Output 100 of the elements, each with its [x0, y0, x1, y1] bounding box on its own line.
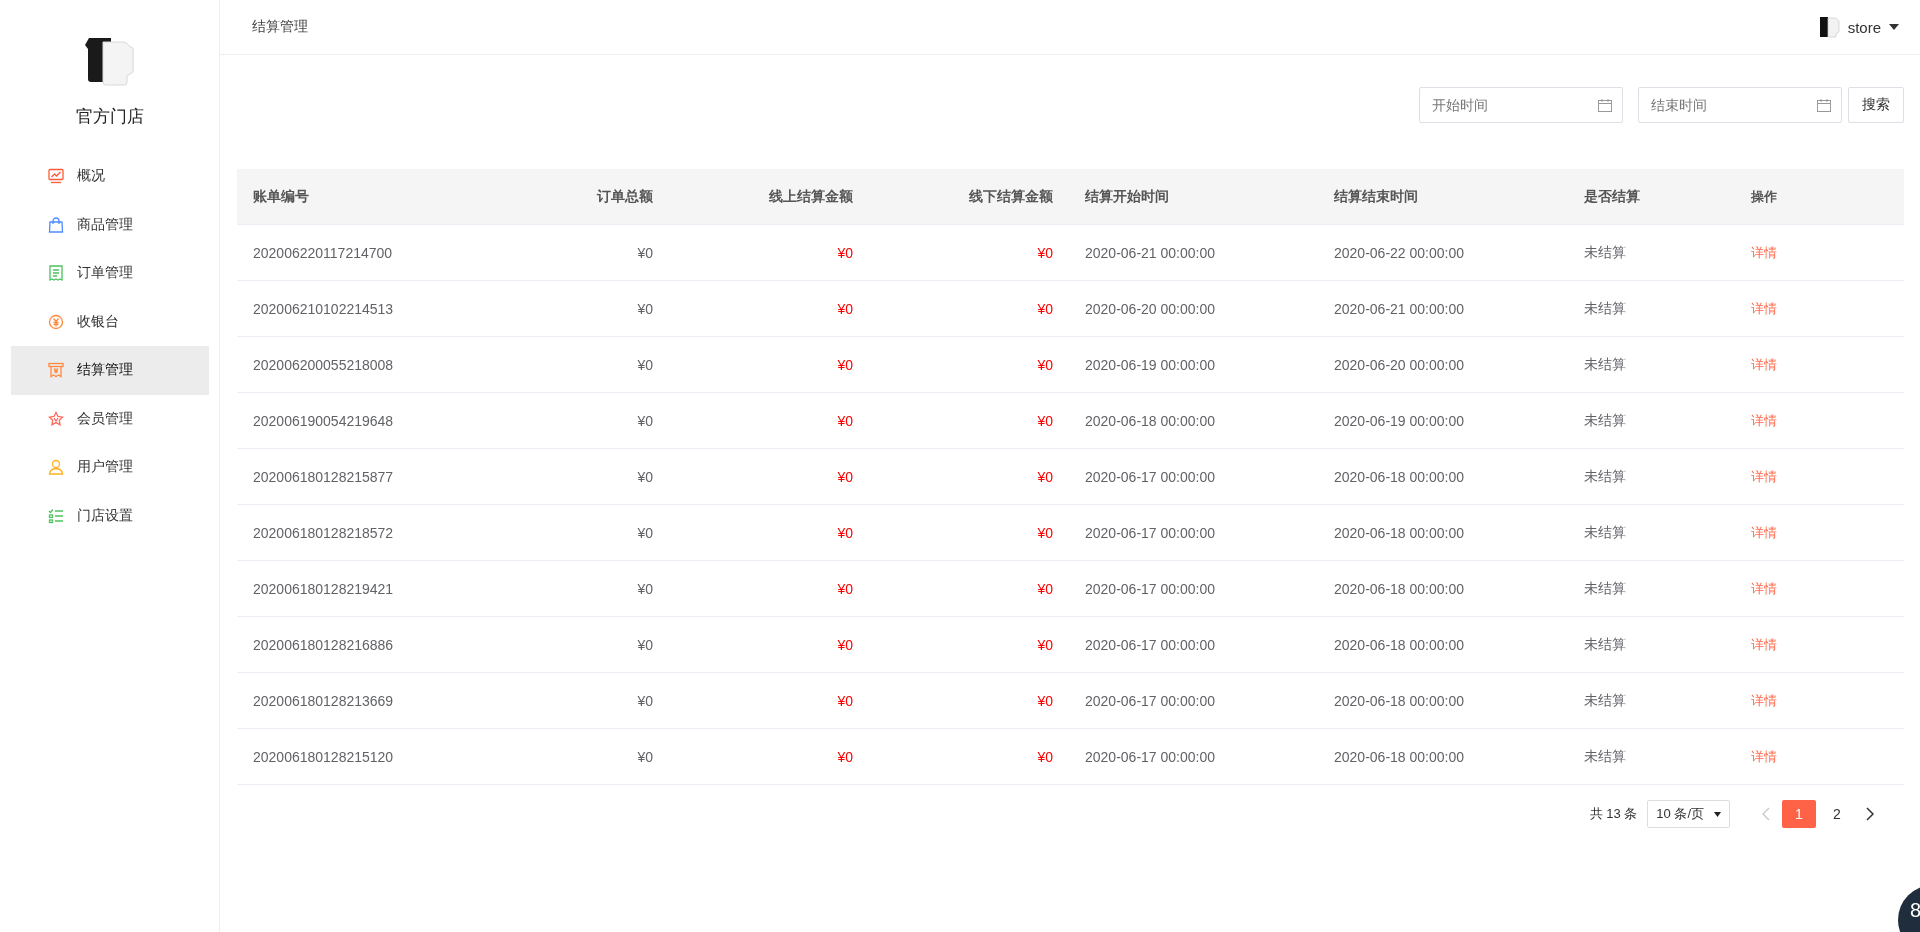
column-header: 结算结束时间	[1333, 187, 1419, 206]
table-cell-text: 2020-06-18 00:00:00	[1333, 636, 1465, 653]
table-cell-text: ¥0	[636, 468, 654, 485]
yen-coin-icon	[47, 313, 64, 330]
table-cell-text: ¥0	[636, 580, 654, 597]
table-cell-text: ¥0	[836, 524, 854, 541]
table-cell-text: 202006180128213669	[252, 692, 395, 709]
next-page-icon[interactable]	[1866, 807, 1874, 821]
table-cell-text: 2020-06-22 00:00:00	[1333, 244, 1465, 261]
table-cell-text: ¥0	[836, 412, 854, 429]
user-menu[interactable]: store	[1817, 15, 1899, 39]
checklist-icon	[47, 507, 64, 524]
table-cell-text: 未结算	[1583, 243, 1627, 262]
table-cell-text: ¥0	[636, 356, 654, 373]
table-cell-text: 2020-06-18 00:00:00	[1084, 412, 1216, 429]
table-cell-text: ¥0	[636, 244, 654, 261]
menu-item[interactable]: 会员管理	[10, 394, 209, 443]
table-cell-text: ¥0	[836, 636, 854, 653]
menu-item[interactable]: 收银台	[10, 297, 209, 346]
table-cell-text: 2020-06-17 00:00:00	[1084, 692, 1216, 709]
column-header: 订单总额	[595, 187, 654, 206]
table-cell-text: 202006200055218008	[252, 356, 395, 373]
column-header: 结算开始时间	[1084, 187, 1170, 206]
table-cell-text: ¥0	[836, 692, 854, 709]
table-cell-text: 2020-06-20 00:00:00	[1333, 356, 1465, 373]
column-header: 是否结算	[1583, 187, 1641, 206]
table-cell-text: ¥0	[636, 412, 654, 429]
table-cell-text: 202006180128215120	[252, 748, 395, 765]
menu-item[interactable]: 用户管理	[10, 443, 209, 492]
shopping-bag-icon	[47, 216, 64, 233]
table-cell-text: 202006180128216886	[252, 636, 395, 653]
caret-down-icon	[1714, 811, 1721, 817]
table-cell-text: ¥0	[836, 748, 854, 765]
table-cell-text: 未结算	[1583, 299, 1627, 318]
table-cell-text: 202006180128218572	[252, 524, 395, 541]
kettle-logo-drawing	[82, 36, 137, 88]
table-cell-text: ¥0	[1036, 748, 1054, 765]
table-cell-text: 2020-06-18 00:00:00	[1333, 524, 1465, 541]
table-cell-text: ¥0	[836, 244, 854, 261]
table-cell-text: ¥0	[836, 468, 854, 485]
kettle-avatar-icon	[1817, 15, 1840, 39]
table-cell-text: ¥0	[636, 524, 654, 541]
calendar-icon	[1598, 99, 1612, 112]
column-header: 线上结算金额	[768, 187, 854, 206]
table-cell-text: 2020-06-18 00:00:00	[1333, 468, 1465, 485]
menu-item[interactable]: 门店设置	[10, 491, 209, 540]
page-size-select[interactable]: 10 条/页	[1647, 800, 1730, 828]
star-badge-icon	[47, 410, 64, 427]
end-date-field[interactable]: 结束时间	[1638, 87, 1842, 123]
table-cell-text: 2020-06-19 00:00:00	[1333, 412, 1465, 429]
table-cell-text: 未结算	[1583, 355, 1627, 374]
search-button[interactable]: 搜索	[1848, 87, 1904, 123]
table-cell-text: 未结算	[1583, 411, 1627, 430]
table-cell-text: ¥0	[1036, 580, 1054, 597]
start-date-field[interactable]: 开始时间	[1419, 87, 1623, 123]
table-cell-text: 2020-06-17 00:00:00	[1084, 468, 1216, 485]
table-cell-text: ¥0	[636, 692, 654, 709]
table-cell-text: ¥0	[1036, 244, 1054, 261]
table-cell-text: 未结算	[1583, 467, 1627, 486]
table-cell-text: 2020-06-17 00:00:00	[1084, 580, 1216, 597]
table-cell-text: ¥0	[1036, 468, 1054, 485]
menu-item[interactable]: 概况	[10, 152, 209, 201]
page-title: 结算管理	[252, 18, 308, 36]
yen-receipt-icon	[47, 362, 64, 379]
page-button[interactable]: 2	[1820, 800, 1854, 828]
menu-item[interactable]: 商品管理	[10, 200, 209, 249]
table-cell-text: 未结算	[1583, 747, 1627, 766]
table-cell-text: ¥0	[1036, 692, 1054, 709]
table-cell-text: 2020-06-21 00:00:00	[1084, 244, 1216, 261]
table-cell-text: 2020-06-18 00:00:00	[1333, 692, 1465, 709]
table-cell-text: 2020-06-20 00:00:00	[1084, 300, 1216, 317]
chart-monitor-icon	[47, 168, 64, 185]
table-cell-text: 2020-06-18 00:00:00	[1333, 580, 1465, 597]
table-cell-text: 202006180128215877	[252, 468, 395, 485]
table-cell-text: ¥0	[836, 580, 854, 597]
table-cell-text: ¥0	[1036, 636, 1054, 653]
table-cell-text: 未结算	[1583, 691, 1627, 710]
table-cell-text: ¥0	[636, 300, 654, 317]
table-cell-text: 202006210102214513	[252, 300, 395, 317]
menu-item[interactable]: 结算管理	[10, 346, 209, 395]
caret-down-icon	[1889, 24, 1899, 30]
table-cell-text: ¥0	[1036, 412, 1054, 429]
calendar-icon	[1817, 99, 1831, 112]
column-header: 操作	[1750, 187, 1778, 206]
table-cell-text: 2020-06-18 00:00:00	[1333, 748, 1465, 765]
table-cell-text: ¥0	[1036, 300, 1054, 317]
document-icon	[47, 265, 64, 282]
table-cell-text: 未结算	[1583, 579, 1627, 598]
table-cell-text: 202006190054219648	[252, 412, 395, 429]
table-cell-text: 202006180128219421	[252, 580, 395, 597]
table-cell-text: ¥0	[1036, 524, 1054, 541]
menu-item[interactable]: 订单管理	[10, 249, 209, 298]
table-cell-text: 2020-06-17 00:00:00	[1084, 748, 1216, 765]
table-cell-text: ¥0	[836, 356, 854, 373]
table-cell-text: 2020-06-19 00:00:00	[1084, 356, 1216, 373]
table-cell-text: 未结算	[1583, 635, 1627, 654]
table-cell-text: 2020-06-17 00:00:00	[1084, 636, 1216, 653]
store-name: 官方门店	[75, 106, 144, 128]
table-cell-text: ¥0	[836, 300, 854, 317]
total-count: 共 13 条	[1589, 805, 1638, 823]
